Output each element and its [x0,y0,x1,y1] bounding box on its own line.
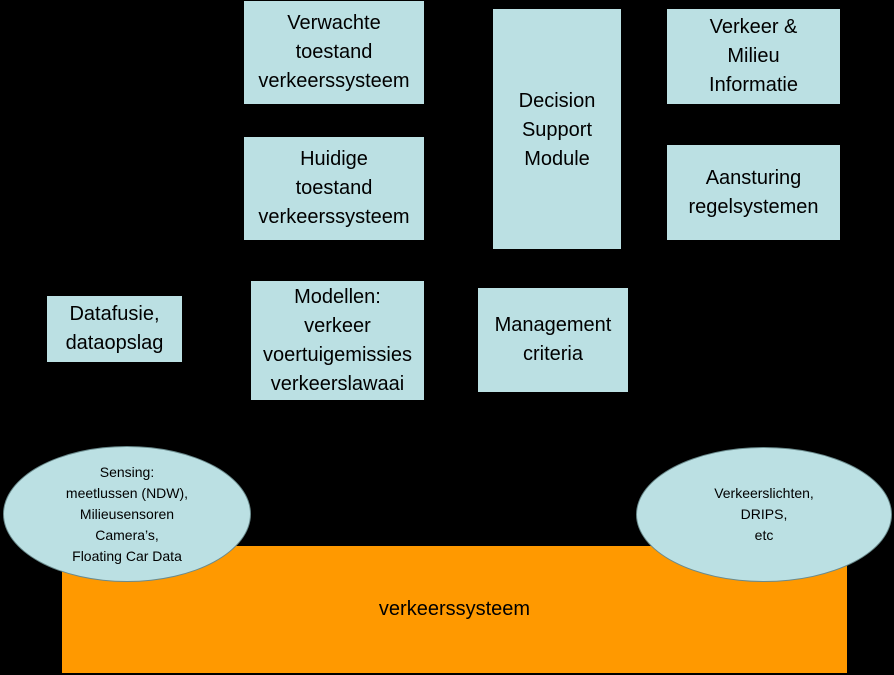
data-fusion-box: Datafusie, dataopslag [47,296,182,362]
box-line: dataopslag [65,332,164,354]
ellipse-line: Verkeerslichten, [714,485,814,501]
box-line: Management [494,314,612,336]
current-state-box: Huidige toestand verkeerssysteem [244,137,424,240]
box-line: Huidige [300,148,368,170]
box-line: verkeer [304,314,371,337]
ellipse-line: DRIPS, [740,506,788,522]
ellipse-line: meetlussen (NDW), [65,484,189,501]
box-line: Module [524,148,590,170]
box-line: Verwachte [287,12,381,34]
box-line: verkeerssysteem [258,206,410,228]
ellipse-line: etc [754,527,774,543]
sensing-ellipse: Sensing: meetlussen (NDW), Milieusensore… [3,446,251,582]
ellipse-line: Sensing: [99,463,155,480]
box-line: Aansturing [705,166,802,189]
box-line: regelsystemen [688,195,819,218]
box-line: Informatie [709,74,798,96]
actuators-ellipse: Verkeerslichten, DRIPS, etc [636,447,892,582]
traffic-environment-info-box: Verkeer & Milieu Informatie [667,9,840,104]
decision-support-module-box: Decision Support Module [493,9,621,249]
box-line: toestand [295,177,373,199]
box-line: Verkeer & [709,16,798,38]
box-line: Support [521,119,593,141]
box-line: criteria [522,343,583,365]
box-line: voertuigemissies [263,343,412,366]
control-systems-box: Aansturing regelsystemen [667,145,840,240]
management-criteria-box: Management criteria [478,288,628,392]
models-box: Modellen: verkeer voertuigemissies verke… [251,281,424,400]
box-line: verkeerssysteem [258,70,410,92]
box-line: Decision [518,90,596,112]
box-line: toestand [295,41,373,63]
traffic-system-label: verkeerssysteem [378,598,531,620]
ellipse-line: Camera’s, [95,526,159,543]
box-line: verkeerslawaai [270,372,405,395]
ellipse-line: Milieusensoren [79,505,175,522]
ellipse-line: Floating Car Data [72,547,182,564]
box-line: Datafusie, [69,303,160,325]
box-line: Modellen: [294,285,381,308]
box-line: Milieu [727,45,780,67]
expected-state-box: Verwachte toestand verkeerssysteem [244,1,424,104]
